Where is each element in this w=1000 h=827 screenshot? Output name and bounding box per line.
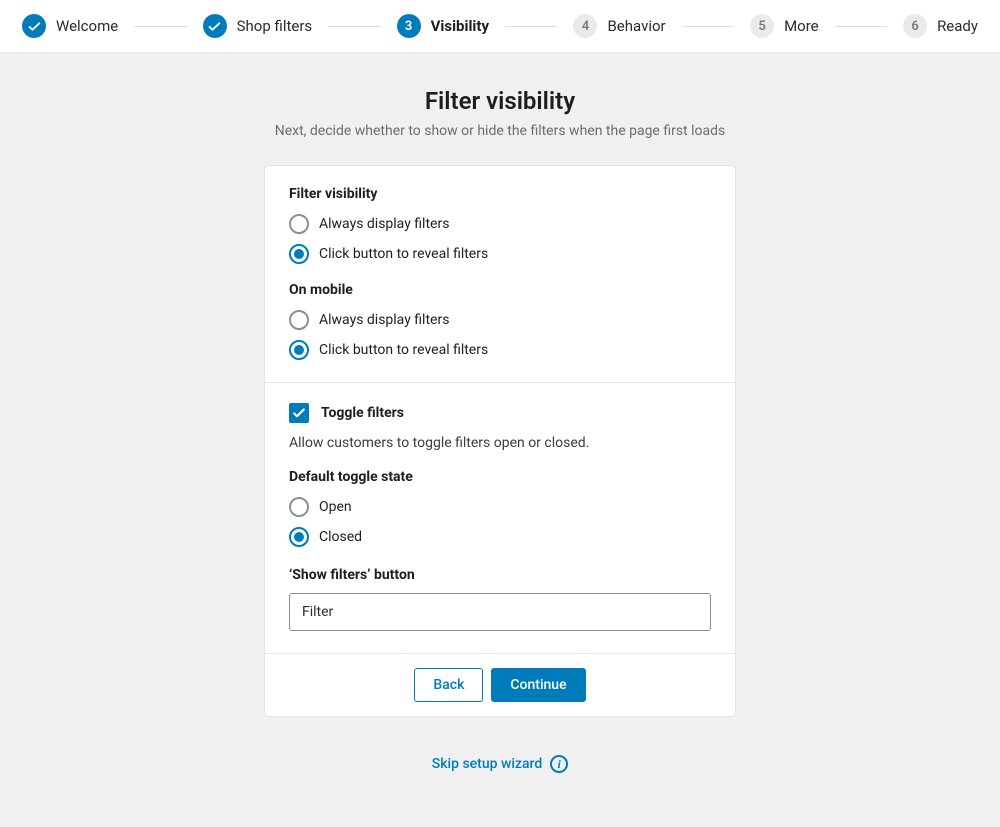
checkbox-icon <box>289 403 309 423</box>
step-number: 3 <box>397 14 421 38</box>
page-title: Filter visibility <box>0 87 1000 115</box>
page-heading: Filter visibility Next, decide whether t… <box>0 87 1000 139</box>
toggle-description: Allow customers to toggle filters open o… <box>289 435 711 451</box>
settings-card: Filter visibility Always display filters… <box>264 165 736 717</box>
step-separator <box>505 26 557 27</box>
radio-mobile-click-reveal[interactable]: Click button to reveal filters <box>289 340 711 360</box>
radio-closed[interactable]: Closed <box>289 527 711 547</box>
info-icon: i <box>550 755 568 773</box>
show-filters-button-input[interactable] <box>289 593 711 631</box>
radio-label: Closed <box>319 529 362 545</box>
step-label: Behavior <box>607 17 665 35</box>
filter-visibility-section: Filter visibility Always display filters… <box>265 166 735 382</box>
check-icon <box>22 14 46 38</box>
step-separator <box>328 26 380 27</box>
step-ready[interactable]: 6 Ready <box>903 14 978 38</box>
radio-click-reveal[interactable]: Click button to reveal filters <box>289 244 711 264</box>
toggle-filters-section: Toggle filters Allow customers to toggle… <box>265 382 735 653</box>
radio-label: Always display filters <box>319 312 449 328</box>
group-title-default-toggle-state: Default toggle state <box>289 469 711 485</box>
group-title-filter-visibility: Filter visibility <box>289 186 711 202</box>
radio-always-display[interactable]: Always display filters <box>289 214 711 234</box>
card-footer: Back Continue <box>265 653 735 716</box>
skip-label: Skip setup wizard <box>432 756 542 772</box>
continue-button[interactable]: Continue <box>491 668 585 702</box>
radio-icon <box>289 244 309 264</box>
step-separator <box>682 26 734 27</box>
checkbox-toggle-filters[interactable]: Toggle filters <box>289 403 711 423</box>
radio-icon <box>289 214 309 234</box>
step-label: Welcome <box>56 17 118 35</box>
back-button[interactable]: Back <box>414 668 483 702</box>
step-label: Shop filters <box>237 17 313 35</box>
radio-label: Always display filters <box>319 216 449 232</box>
check-icon <box>203 14 227 38</box>
radio-icon <box>289 340 309 360</box>
radio-mobile-always-display[interactable]: Always display filters <box>289 310 711 330</box>
step-more[interactable]: 5 More <box>750 14 819 38</box>
radio-label: Click button to reveal filters <box>319 342 488 358</box>
step-visibility[interactable]: 3 Visibility <box>397 14 489 38</box>
radio-label: Open <box>319 499 352 515</box>
radio-label: Click button to reveal filters <box>319 246 488 262</box>
wizard-stepper: Welcome Shop filters 3 Visibility 4 Beha… <box>0 0 1000 53</box>
step-shop-filters[interactable]: Shop filters <box>203 14 313 38</box>
checkbox-label: Toggle filters <box>321 405 404 421</box>
step-number: 4 <box>573 14 597 38</box>
show-filters-button-label: ‘Show filters’ button <box>289 567 711 583</box>
step-number: 6 <box>903 14 927 38</box>
radio-icon <box>289 310 309 330</box>
radio-open[interactable]: Open <box>289 497 711 517</box>
skip-wizard-row: Skip setup wizard i <box>0 755 1000 773</box>
step-separator <box>835 26 887 27</box>
skip-setup-wizard-link[interactable]: Skip setup wizard i <box>432 755 568 773</box>
page-subtitle: Next, decide whether to show or hide the… <box>0 123 1000 139</box>
step-welcome[interactable]: Welcome <box>22 14 118 38</box>
group-title-on-mobile: On mobile <box>289 282 711 298</box>
step-number: 5 <box>750 14 774 38</box>
step-label: More <box>784 17 819 35</box>
step-separator <box>134 26 186 27</box>
radio-icon <box>289 497 309 517</box>
radio-icon <box>289 527 309 547</box>
step-label: Ready <box>937 17 978 35</box>
step-label: Visibility <box>431 17 489 35</box>
step-behavior[interactable]: 4 Behavior <box>573 14 665 38</box>
